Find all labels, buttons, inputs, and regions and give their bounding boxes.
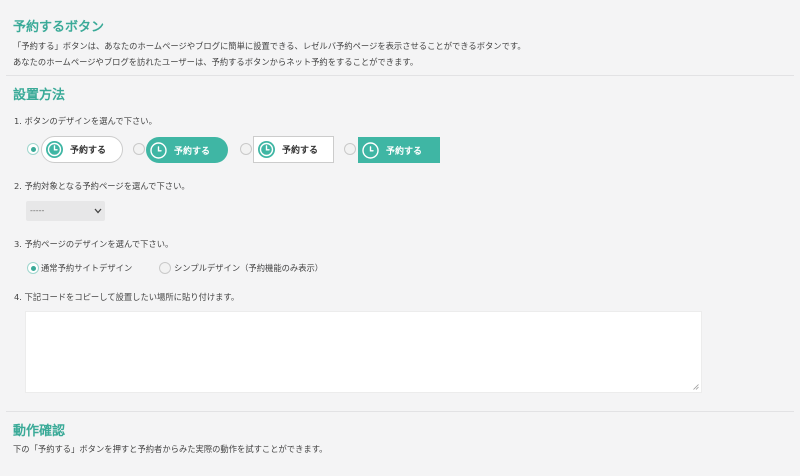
step-1-label: 1. ボタンのデザインを選んで下さい。 [14, 116, 157, 126]
resize-grip-icon[interactable] [693, 384, 699, 390]
button-design-radio-2[interactable] [133, 143, 145, 155]
button-design-radio-1[interactable] [27, 143, 39, 155]
intro-line-1: 「予約する」ボタンは、あなたのホームページやブログに簡単に設置できる、レゼルバ予… [13, 41, 526, 51]
clock-icon [362, 141, 379, 159]
section-title-install: 設置方法 [13, 88, 66, 103]
test-description: 下の「予約する」ボタンを押すと予約者からみた実際の動作を試すことができます。 [13, 444, 328, 454]
clock-icon [258, 141, 275, 158]
button-label: 予約する [174, 146, 211, 157]
button-design-option-2[interactable]: 予約する [146, 137, 228, 163]
button-design-option-3[interactable]: 予約する [253, 136, 334, 163]
button-design-radio-4[interactable] [344, 143, 356, 155]
step-3-label: 3. 予約ページのデザインを選んで下さい。 [14, 239, 174, 249]
step-2-label: 2. 予約対象となる予約ページを選んで下さい。 [14, 181, 190, 191]
divider [6, 75, 794, 76]
design-normal-radio[interactable] [27, 262, 39, 274]
chevron-down-icon [94, 208, 102, 214]
design-simple-label[interactable]: シンプルデザイン（予約機能のみ表示） [174, 262, 323, 274]
button-label: 予約する [386, 146, 423, 157]
button-design-option-4[interactable]: 予約する [358, 137, 440, 163]
button-label: 予約する [282, 146, 319, 156]
page: 予約するボタン 「予約する」ボタンは、あなたのホームページやブログに簡単に設置で… [0, 0, 800, 476]
section-title-test: 動作確認 [13, 424, 66, 439]
embed-code-textarea[interactable] [25, 311, 702, 393]
button-design-radio-3[interactable] [240, 143, 252, 155]
select-value: ----- [30, 206, 45, 215]
clock-icon [46, 141, 63, 158]
clock-icon [150, 141, 167, 159]
design-simple-radio[interactable] [159, 262, 171, 274]
reservation-page-select[interactable]: ----- [26, 201, 105, 221]
divider [6, 411, 794, 412]
intro-line-2: あなたのホームページやブログを訪れたユーザーは、予約するボタンからネット予約をす… [13, 57, 419, 67]
button-label: 予約する [70, 146, 107, 156]
section-title-reserve-button: 予約するボタン [13, 20, 105, 35]
button-design-option-1[interactable]: 予約する [41, 136, 123, 163]
design-normal-label[interactable]: 通常予約サイトデザイン [41, 262, 132, 274]
step-4-label: 4. 下記コードをコピーして設置したい場所に貼り付けます。 [14, 292, 240, 302]
